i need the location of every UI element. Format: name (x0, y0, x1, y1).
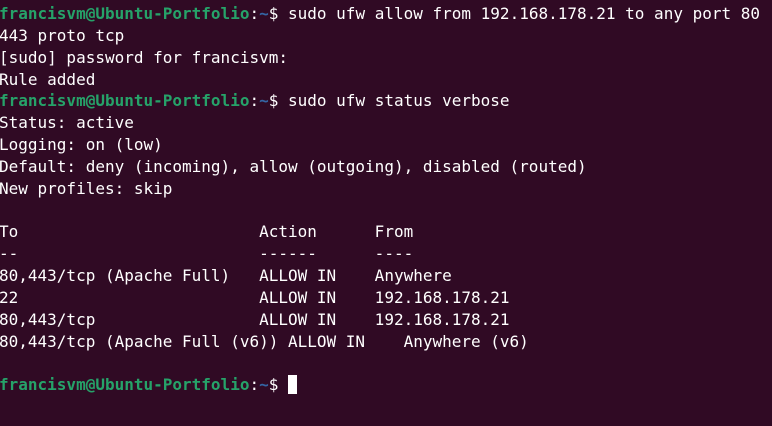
command-line-1: francisvm@Ubuntu-Portfolio:~$ sudo ufw a… (0, 4, 761, 23)
prompt-user: francisvm@Ubuntu-Portfolio (0, 91, 250, 111)
logging-line: Logging: on (low) (0, 135, 163, 155)
rules-table-header: To Action From (0, 222, 414, 242)
command-text: sudo ufw allow from 192.168.178.21 to an… (278, 4, 761, 23)
command-line-2: francisvm@Ubuntu-Portfolio:~$ sudo ufw s… (0, 91, 510, 111)
rules-table-row: 80,443/tcp (Apache Full) ALLOW IN Anywhe… (0, 266, 452, 286)
command-text: sudo ufw status verbose (278, 91, 510, 111)
output-line: Rule added (0, 69, 96, 89)
rules-table-row: 22 ALLOW IN 192.168.178.21 (0, 287, 510, 307)
prompt-path: ~ (259, 91, 269, 111)
terminal-output[interactable]: francisvm@Ubuntu-Portfolio:~$ sudo ufw a… (0, 3, 760, 396)
command-input[interactable] (278, 375, 288, 394)
rules-table-row: 80,443/tcp (Apache Full (v6)) ALLOW IN A… (0, 331, 529, 351)
prompt-user: francisvm@Ubuntu-Portfolio (0, 375, 250, 395)
default-policy-line: Default: deny (incoming), allow (outgoin… (0, 156, 587, 176)
prompt-symbol: $ (268, 4, 279, 23)
prompt-symbol: $ (268, 375, 279, 395)
rules-table-row: 80,443/tcp ALLOW IN 192.168.178.21 (0, 309, 510, 329)
rules-table-separator: -- ------ ---- (0, 244, 414, 264)
active-prompt-line[interactable]: francisvm@Ubuntu-Portfolio:~$ (0, 374, 760, 396)
output-line: 443 proto tcp (0, 25, 125, 45)
text-cursor (288, 375, 298, 395)
prompt-symbol: $ (268, 91, 279, 111)
terminal-window[interactable]: francisvm@Ubuntu-Portfolio:~$ sudo ufw a… (0, 0, 772, 426)
prompt-path: ~ (259, 375, 269, 395)
profiles-line: New profiles: skip (0, 178, 173, 198)
prompt-user: francisvm@Ubuntu-Portfolio (0, 4, 250, 23)
status-line: Status: active (0, 113, 134, 133)
prompt-path: ~ (259, 4, 269, 23)
output-line: [sudo] password for francisvm: (0, 47, 288, 67)
